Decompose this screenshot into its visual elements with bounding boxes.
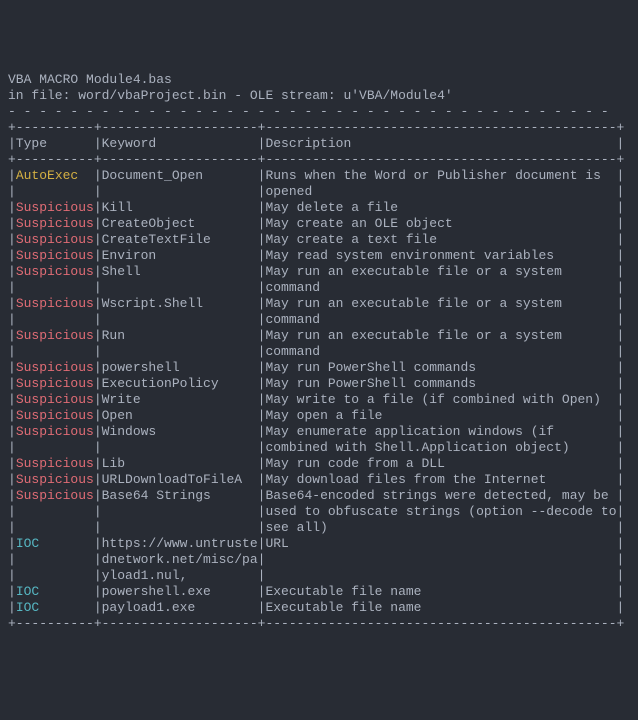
table-row: |Suspicious|Environ |May read system env… [8, 248, 630, 264]
table-row: |Suspicious|Wscript.Shell |May run an ex… [8, 296, 630, 312]
macro-file-line: in file: word/vbaProject.bin - OLE strea… [8, 88, 630, 104]
table-border: +----------+--------------------+-------… [8, 120, 630, 136]
table-row: |Suspicious|Kill |May delete a file | [8, 200, 630, 216]
terminal-output: VBA MACRO Module4.basin file: word/vbaPr… [8, 72, 630, 632]
table-row: |Suspicious|Open |May open a file | [8, 408, 630, 424]
type-cell: Suspicious [16, 248, 94, 263]
table-border: +----------+--------------------+-------… [8, 152, 630, 168]
table-row: |Suspicious|Run |May run an executable f… [8, 328, 630, 344]
dash-separator: - - - - - - - - - - - - - - - - - - - - … [8, 104, 630, 120]
table-header-row: |Type |Keyword |Description | [8, 136, 630, 152]
table-row: | | |see all) | [8, 520, 630, 536]
table-row: |Suspicious|Shell |May run an executable… [8, 264, 630, 280]
macro-header-line: VBA MACRO Module4.bas [8, 72, 630, 88]
table-row: |Suspicious|Base64 Strings |Base64-encod… [8, 488, 630, 504]
type-cell: IOC [16, 600, 94, 615]
table-row: |Suspicious|Lib |May run code from a DLL… [8, 456, 630, 472]
type-cell: Suspicious [16, 216, 94, 231]
table-row: | | |command | [8, 312, 630, 328]
type-cell: Suspicious [16, 360, 94, 375]
table-row: |Suspicious|Write |May write to a file (… [8, 392, 630, 408]
table-row: | |yload1.nul, | | [8, 568, 630, 584]
type-cell: Suspicious [16, 488, 94, 503]
table-row: |IOC |powershell.exe |Executable file na… [8, 584, 630, 600]
type-cell: Suspicious [16, 472, 94, 487]
table-row: | |dnetwork.net/misc/pa| | [8, 552, 630, 568]
type-cell: Suspicious [16, 328, 94, 343]
table-row: | | |command | [8, 280, 630, 296]
table-row: |AutoExec |Document_Open |Runs when the … [8, 168, 630, 184]
table-row: |Suspicious|CreateTextFile |May create a… [8, 232, 630, 248]
table-row: |IOC |payload1.exe |Executable file name… [8, 600, 630, 616]
type-cell: Suspicious [16, 376, 94, 391]
type-cell: Suspicious [16, 392, 94, 407]
type-cell: IOC [16, 584, 94, 599]
type-cell: Suspicious [16, 200, 94, 215]
table-row: |IOC |https://www.untruste|URL | [8, 536, 630, 552]
type-cell: AutoExec [16, 168, 94, 183]
table-row: | | |used to obfuscate strings (option -… [8, 504, 630, 520]
table-border: +----------+--------------------+-------… [8, 616, 630, 632]
type-cell: Suspicious [16, 456, 94, 471]
type-cell: Suspicious [16, 232, 94, 247]
table-row: |Suspicious|powershell |May run PowerShe… [8, 360, 630, 376]
type-cell: Suspicious [16, 264, 94, 279]
table-row: | | |opened | [8, 184, 630, 200]
table-row: |Suspicious|CreateObject |May create an … [8, 216, 630, 232]
table-row: |Suspicious|Windows |May enumerate appli… [8, 424, 630, 440]
type-cell: Suspicious [16, 408, 94, 423]
type-cell: IOC [16, 536, 94, 551]
table-row: |Suspicious|URLDownloadToFileA |May down… [8, 472, 630, 488]
table-row: | | |command | [8, 344, 630, 360]
type-cell: Suspicious [16, 296, 94, 311]
type-cell: Suspicious [16, 424, 94, 439]
table-row: | | |combined with Shell.Application obj… [8, 440, 630, 456]
table-row: |Suspicious|ExecutionPolicy |May run Pow… [8, 376, 630, 392]
